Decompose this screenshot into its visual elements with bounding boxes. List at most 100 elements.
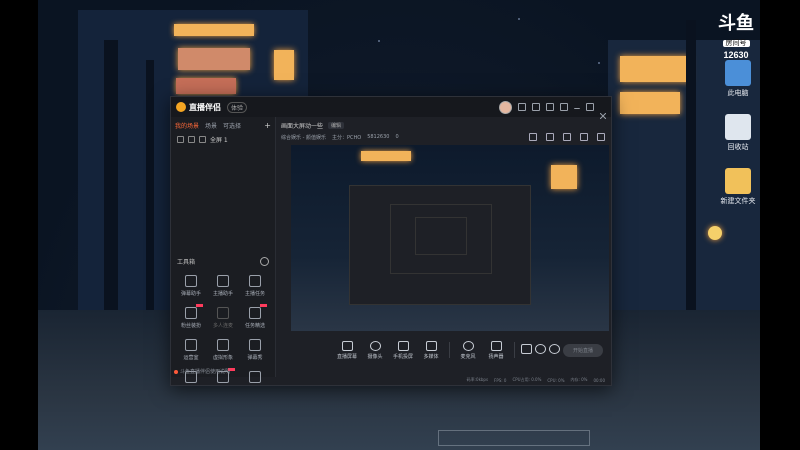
avatar-icon <box>217 339 229 351</box>
eye-icon[interactable] <box>177 136 184 143</box>
add-media-button[interactable]: 多媒体 <box>417 340 445 360</box>
tool-task[interactable]: 主播任务 <box>239 275 271 297</box>
tool-fans[interactable]: 粉丝装扮 <box>175 304 207 329</box>
bell-icon[interactable] <box>580 133 588 141</box>
lock-icon[interactable] <box>188 136 195 143</box>
microphone-button[interactable]: 麦克风 <box>454 340 482 360</box>
status-bar: 码率:0kbps FPS: 0 CPU占用: 0.0% CPU: 0% 内存: … <box>275 375 611 385</box>
scene-tabs: 我的场景 场景 可选择 + <box>171 117 275 130</box>
tool-avatar[interactable]: 虚拟形象 <box>207 339 239 361</box>
show-icon <box>249 339 261 351</box>
mic-icon <box>462 340 474 351</box>
start-stream-button[interactable]: 开始直播 <box>562 343 603 357</box>
screenshot-icon[interactable] <box>563 133 571 141</box>
speaker-button[interactable]: 扬声器 <box>482 340 510 360</box>
tool-label: 摄像头 <box>367 353 383 360</box>
helper-icon <box>217 275 229 287</box>
app-brand: 直播伴侣 体验 <box>176 101 248 113</box>
video-icon <box>520 344 532 354</box>
tool-more-c[interactable] <box>239 371 271 386</box>
usage-hint[interactable]: 斗鱼直播伴侣使用说明 <box>174 368 230 375</box>
manhole <box>438 430 590 446</box>
nested-preview-window <box>349 185 531 305</box>
room-title-bar: 画面大屏动一些 编辑 <box>281 119 605 131</box>
room-badge: 房间号 <box>722 40 750 47</box>
desktop-icon-recycle-bin[interactable]: 回收站 <box>708 114 768 152</box>
tab-scenes[interactable]: 场景 <box>205 121 217 130</box>
tool-label: 虚拟形象 <box>212 355 233 361</box>
message-icon[interactable] <box>518 103 526 111</box>
status-cpu-app: CPU占用: 0.0% <box>512 377 542 382</box>
tool-danmaku[interactable]: 弹幕助手 <box>175 275 207 297</box>
tool-helper[interactable]: 主播助手 <box>207 275 239 297</box>
scene-sidebar: 我的场景 场景 可选择 + 全屏 1 工具箱 弹幕助手 主播助手 主播任务 粉丝… <box>171 117 276 383</box>
operation-icon <box>185 339 197 351</box>
app-name: 直播伴侣 <box>189 102 221 112</box>
star <box>378 40 380 42</box>
timer-button[interactable] <box>533 344 547 356</box>
desktop-icon-new-folder[interactable]: 新建文件夹 <box>708 168 768 206</box>
tool-label: 运营室 <box>183 355 199 361</box>
room-category[interactable]: 综合娱乐 - 颜值娱乐 <box>281 134 326 141</box>
crop-icon <box>199 136 206 143</box>
add-scene-button[interactable]: + <box>264 121 271 130</box>
co-stream-icon <box>217 307 229 319</box>
tool-co-stream[interactable]: 多人连麦 <box>207 307 239 329</box>
title-bar[interactable]: 直播伴侣 体验 <box>171 97 611 120</box>
add-screen-button[interactable]: 直播屏幕 <box>333 340 361 360</box>
street-lamp <box>708 226 722 240</box>
divider <box>449 342 450 358</box>
skin-icon[interactable] <box>532 103 540 111</box>
gear-icon <box>548 344 560 354</box>
screen-icon <box>341 340 353 351</box>
more-c-icon <box>249 371 261 383</box>
desktop-icon-this-pc[interactable]: 此电脑 <box>708 60 768 98</box>
hint-dot-icon <box>174 369 178 374</box>
stream-preview[interactable] <box>291 145 609 331</box>
status-duration: 00:00 <box>593 377 605 383</box>
danmaku-icon <box>185 275 197 287</box>
divider <box>514 342 515 358</box>
close-icon[interactable] <box>599 104 607 120</box>
room-host: 主分：PCHO <box>331 134 362 141</box>
new-tag <box>260 304 267 307</box>
tool-operation[interactable]: 运营室 <box>175 339 207 361</box>
room-title[interactable]: 画面大屏动一些 <box>281 121 323 130</box>
new-tag <box>196 304 203 307</box>
maximize-icon[interactable] <box>586 103 594 111</box>
fans-icon <box>185 304 203 319</box>
hint-text: 斗鱼直播伴侣使用说明 <box>180 369 231 375</box>
monitor-icon <box>725 60 751 86</box>
menu-icon[interactable] <box>560 103 568 111</box>
add-camera-button[interactable]: 摄像头 <box>361 340 389 360</box>
settings-button[interactable] <box>547 344 561 356</box>
clock-icon <box>534 344 546 354</box>
desktop-icon-label: 新建文件夹 <box>720 197 756 205</box>
streaming-app-window: 直播伴侣 体验 我的场景 场景 可选择 + 全屏 1 工具箱 弹幕助手 主播助手… <box>170 96 612 386</box>
tool-label: 主播任务 <box>244 291 265 297</box>
media-icon <box>425 340 437 351</box>
status-bitrate: 码率:0kbps <box>466 377 489 382</box>
more-options-icon[interactable] <box>260 257 269 266</box>
user-avatar[interactable] <box>499 100 512 114</box>
toolbox-header: 工具箱 <box>177 257 269 266</box>
toolbox-title: 工具箱 <box>177 259 196 266</box>
clip-icon[interactable] <box>529 133 537 141</box>
preview-window-light <box>551 165 577 189</box>
add-phone-button[interactable]: 手机投屏 <box>389 340 417 360</box>
record-button[interactable] <box>519 344 533 356</box>
share-icon[interactable] <box>597 133 605 141</box>
speaker-icon <box>490 340 502 351</box>
folder-icon <box>725 168 751 194</box>
scene-item[interactable]: 全屏 1 <box>171 130 275 149</box>
record-icon[interactable] <box>546 133 554 141</box>
tool-label: 弹幕助手 <box>180 291 201 297</box>
tool-featured[interactable]: 任务精选 <box>239 304 271 329</box>
tab-my-scenes[interactable]: 我的场景 <box>175 121 199 130</box>
settings-icon[interactable] <box>546 103 554 111</box>
version-tag[interactable]: 体验 <box>227 101 248 113</box>
minimize-icon[interactable] <box>574 105 580 109</box>
tab-optional[interactable]: 可选择 <box>223 121 241 130</box>
tool-show[interactable]: 弹幕秀 <box>239 339 271 361</box>
edit-title-button[interactable]: 编辑 <box>328 121 345 129</box>
